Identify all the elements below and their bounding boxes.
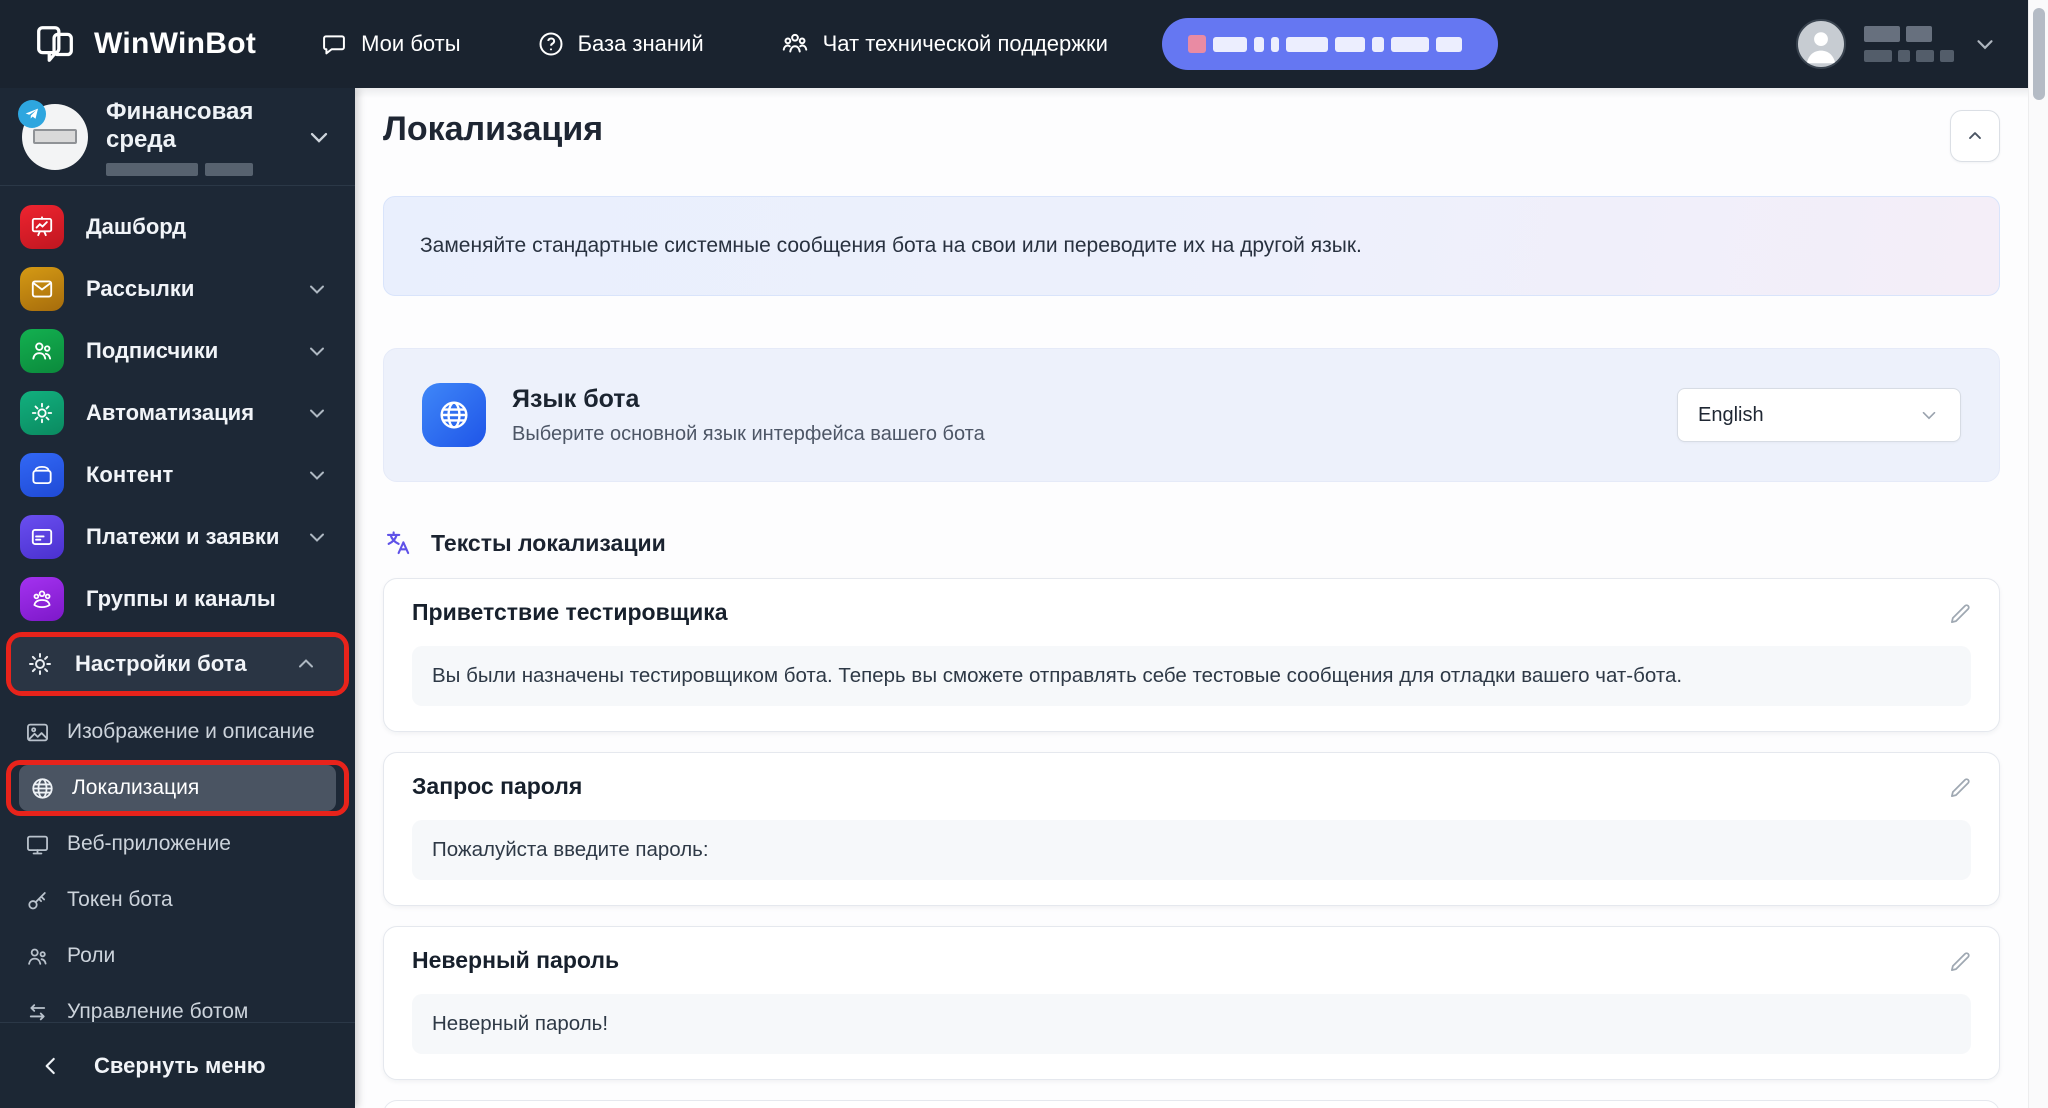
text-card-title: Запрос пароля — [412, 773, 583, 799]
globe-icon — [29, 775, 56, 802]
chevron-down-icon — [305, 463, 329, 487]
chevron-down-icon — [305, 339, 329, 363]
chevron-up-icon — [294, 652, 318, 676]
page-title: Локализация — [383, 110, 604, 148]
user-name-blurred — [1864, 26, 1954, 62]
users-outline-icon — [24, 943, 51, 970]
main-content: Локализация Заменяйте стандартные систем… — [355, 88, 2028, 1108]
chevron-down-icon — [1972, 31, 1998, 57]
dashboard-icon — [20, 205, 64, 249]
sidebar-item-broadcasts[interactable]: Рассылки — [0, 258, 355, 320]
translate-icon — [383, 528, 413, 558]
bot-name: Финансовая среда — [106, 97, 254, 153]
text-card-password-request: Запрос пароля Пожалуйста введите пароль: — [383, 752, 2000, 906]
chevron-down-icon — [305, 401, 329, 425]
edit-pencil-icon[interactable] — [1947, 949, 1973, 975]
globe-tile-icon — [422, 383, 486, 447]
sidebar-item-subscribers[interactable]: Подписчики — [0, 320, 355, 382]
language-card-title: Язык бота — [512, 384, 640, 413]
text-card-tester-greeting: Приветствие тестировщика Вы были назначе… — [383, 578, 2000, 732]
sidebar-item-payments[interactable]: Платежи и заявки — [0, 506, 355, 568]
nav-label: Мои боты — [361, 31, 461, 56]
nav-label: Чат технической поддержки — [822, 31, 1108, 56]
text-card-wrong-password: Неверный пароль Неверный пароль! — [383, 926, 2000, 1080]
credit-card-icon — [20, 515, 64, 559]
annotation-highlight-settings: Настройки бота — [6, 632, 349, 696]
edit-pencil-icon[interactable] — [1947, 775, 1973, 801]
sidebar-item-bot-token[interactable]: Токен бота — [0, 872, 355, 928]
sidebar-item-groups-channels[interactable]: Группы и каналы — [0, 568, 355, 630]
bot-avatar — [18, 99, 88, 170]
text-card-title: Приветствие тестировщика — [412, 599, 728, 625]
sidebar-item-dashboard[interactable]: Дашборд — [0, 196, 355, 258]
nav-knowledge-base[interactable]: База знаний — [537, 30, 704, 58]
bot-language-card: Язык бота Выберите основной язык интерфе… — [383, 348, 2000, 482]
box-icon — [20, 453, 64, 497]
collapse-panel-button[interactable] — [1950, 110, 2000, 162]
sidebar-item-localization[interactable]: Локализация — [19, 765, 336, 811]
sidebar-item-web-app[interactable]: Веб-приложение — [0, 816, 355, 872]
text-card-partial — [383, 1100, 2000, 1108]
scrollbar-thumb[interactable] — [2033, 8, 2045, 100]
users-icon — [20, 329, 64, 373]
text-card-title: Неверный пароль — [412, 947, 620, 973]
edit-pencil-icon[interactable] — [1947, 601, 1973, 627]
section-title: Тексты локализации — [431, 529, 666, 556]
bot-profile-switcher[interactable]: Финансовая среда — [0, 88, 355, 186]
chevron-down-icon — [305, 277, 329, 301]
gear-outline-icon — [25, 649, 55, 679]
envelope-icon — [20, 267, 64, 311]
chevron-down-icon — [1918, 404, 1940, 426]
topbar-nav: Мои боты База знаний Чат технической под… — [320, 29, 1108, 59]
people-group-icon — [780, 29, 810, 59]
bot-username-blurred — [106, 162, 305, 176]
sidebar-item-automation[interactable]: Автоматизация — [0, 382, 355, 444]
text-card-value[interactable]: Неверный пароль! — [412, 994, 1971, 1054]
telegram-badge-icon — [18, 99, 46, 128]
info-banner: Заменяйте стандартные системные сообщени… — [383, 196, 2000, 296]
chevron-left-icon — [38, 1053, 64, 1079]
user-menu[interactable] — [1796, 19, 1998, 69]
user-avatar — [1796, 19, 1846, 69]
sidebar-item-content[interactable]: Контент — [0, 444, 355, 506]
info-banner-text: Заменяйте стандартные системные сообщени… — [420, 234, 1362, 257]
nav-label: База знаний — [577, 31, 704, 56]
topbar: WinWinBot Мои боты База знаний Чат техни… — [0, 0, 2028, 88]
sidebar: Финансовая среда Дашборд Рассылки Подпис… — [0, 88, 355, 1108]
sidebar-item-image-description[interactable]: Изображение и описание — [0, 704, 355, 760]
sidebar-menu: Дашборд Рассылки Подписчики Автоматизаци… — [0, 186, 355, 1040]
collapse-menu-button[interactable]: Свернуть меню — [0, 1022, 355, 1108]
key-icon — [24, 887, 51, 914]
text-card-value[interactable]: Вы были назначены тестировщиком бота. Те… — [412, 646, 1971, 706]
nav-my-bots[interactable]: Мои боты — [320, 30, 461, 58]
bot-settings-submenu: Изображение и описание Локализация Веб-п… — [0, 704, 355, 1040]
chevron-down-icon — [305, 525, 329, 549]
chevron-down-icon — [305, 123, 333, 151]
image-icon — [24, 719, 51, 746]
annotation-highlight-localization: Локализация — [6, 760, 349, 816]
page-scrollbar[interactable] — [2028, 0, 2048, 1108]
sidebar-item-bot-settings[interactable]: Настройки бота — [11, 637, 344, 691]
brand-title: WinWinBot — [94, 27, 257, 60]
text-card-value[interactable]: Пожалуйста введите пароль: — [412, 820, 1971, 880]
sidebar-item-roles[interactable]: Роли — [0, 928, 355, 984]
winwinbot-logo-icon — [32, 21, 78, 67]
language-select[interactable]: English — [1677, 388, 1961, 442]
language-card-subtitle: Выберите основной язык интерфейса вашего… — [512, 422, 985, 445]
gear-icon — [20, 391, 64, 435]
group-icon — [20, 577, 64, 621]
promo-button-blurred[interactable] — [1161, 18, 1498, 70]
chat-bubble-icon — [320, 30, 348, 58]
question-circle-icon — [537, 30, 565, 58]
nav-support-chat[interactable]: Чат технической поддержки — [780, 29, 1108, 59]
monitor-icon — [24, 831, 51, 858]
language-select-value: English — [1698, 403, 1764, 426]
